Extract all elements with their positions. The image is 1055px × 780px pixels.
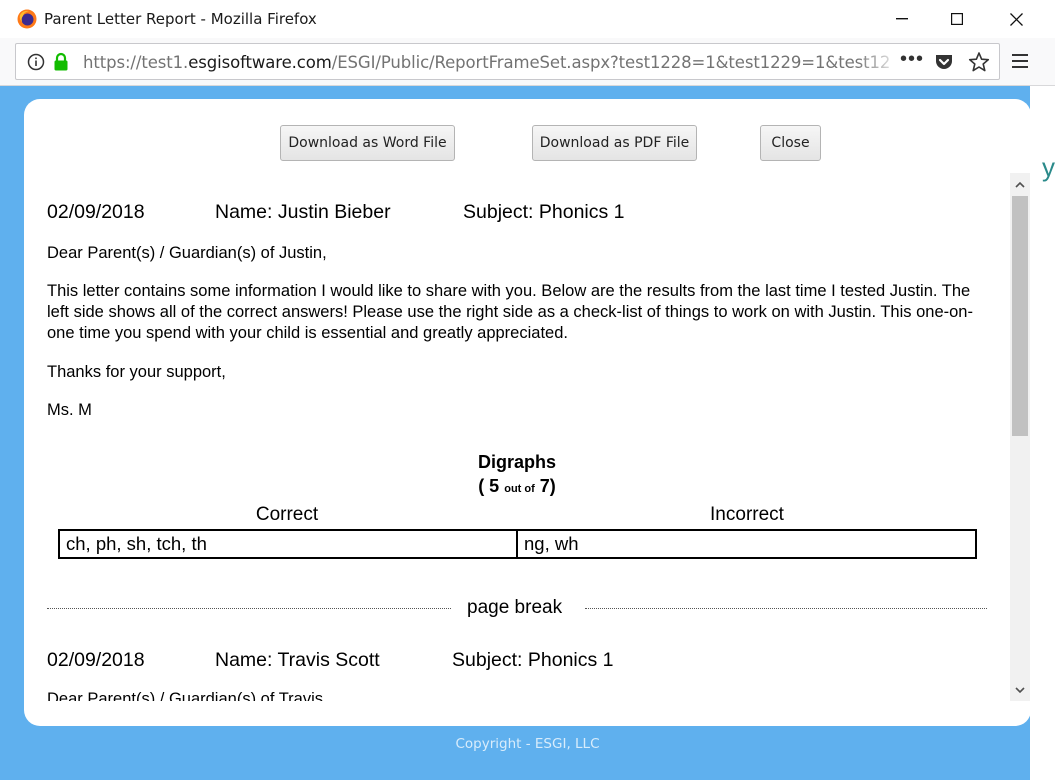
info-icon[interactable] [27,53,45,71]
letter-date: 02/09/2018 [47,649,145,671]
page-break-line-right [585,608,987,609]
letter-body: This letter contains some information I … [47,282,973,342]
report-dialog: Download as Word File Download as PDF Fi… [24,99,1031,726]
url-text[interactable]: https://test1.esgisoftware.com/ESGI/Publ… [83,53,891,72]
close-dialog-button[interactable]: Close [760,125,821,161]
letter-subject: Subject: Phonics 1 [463,201,625,223]
navigation-bar: https://test1.esgisoftware.com/ESGI/Publ… [0,38,1055,86]
title-bar: Parent Letter Report - Mozilla Firefox [0,0,1055,38]
chevron-down-icon [1015,686,1025,693]
score-total: 7) [539,476,556,496]
scroll-up-button[interactable] [1010,173,1030,195]
pocket-icon[interactable] [934,52,954,72]
vertical-scrollbar[interactable] [1010,173,1030,701]
copyright-footer: Copyright - ESGI, LLC [455,736,600,752]
scrollbar-thumb[interactable] [1012,196,1028,436]
page-actions-button[interactable]: ••• [900,48,924,71]
score-line: ( 5 out of 7) [47,476,987,497]
incorrect-answers-cell: ng, wh [524,533,579,554]
incorrect-column-header: Incorrect [710,504,784,525]
results-table: ch, ph, sh, tch, th ng, wh [58,529,977,559]
hamburger-menu-icon[interactable] [1012,53,1030,69]
score-out-of-label: out of [504,483,535,495]
window-title: Parent Letter Report - Mozilla Firefox [44,10,317,28]
scroll-down-button[interactable] [1010,679,1030,701]
minimize-icon [896,18,908,20]
report-scroll-area[interactable]: 02/09/2018 Name: Justin Bieber Subject: … [24,173,1031,701]
page-break-label: page break [467,597,563,618]
correct-column-header: Correct [255,504,319,525]
letter-greeting: Dear Parent(s) / Guardian(s) of Travis, [47,690,328,701]
url-host: esgisoftware.com [188,53,332,72]
firefox-icon [17,9,37,29]
url-prefix: https://test1. [83,53,189,72]
correct-answers-cell: ch, ph, sh, tch, th [60,531,518,557]
close-window-button[interactable] [987,0,1045,38]
letter-student-name: Name: Justin Bieber [215,201,391,223]
lock-icon[interactable] [53,52,69,72]
letter-thanks: Thanks for your support, [47,363,226,381]
bookmark-star-icon[interactable] [968,51,990,73]
letter-student-name: Name: Travis Scott [215,649,380,671]
score-correct-count: ( 5 [478,476,500,496]
letter-greeting: Dear Parent(s) / Guardian(s) of Justin, [47,244,327,262]
minimize-button[interactable] [873,0,931,38]
maximize-icon [951,13,963,25]
maximize-button[interactable] [928,0,986,38]
section-title: Digraphs [477,452,556,472]
download-pdf-button[interactable]: Download as PDF File [532,125,697,161]
letter-subject: Subject: Phonics 1 [452,649,614,671]
address-bar[interactable]: https://test1.esgisoftware.com/ESGI/Publ… [15,43,1000,80]
download-word-button[interactable]: Download as Word File [280,125,455,161]
background-app-glyph: y [1042,152,1055,182]
close-icon [1009,12,1023,26]
letter-signature: Ms. M [47,401,92,419]
chevron-up-icon [1015,181,1025,188]
background-app: y [1030,86,1055,780]
url-fade [856,46,902,78]
page-break-line-left [47,608,451,609]
browser-window: y Parent Letter Report - Mozilla Firefox [0,0,1055,780]
letter-date: 02/09/2018 [47,201,145,223]
url-path: /ESGI/Public/ReportFrameSet.aspx?test122… [331,53,891,72]
